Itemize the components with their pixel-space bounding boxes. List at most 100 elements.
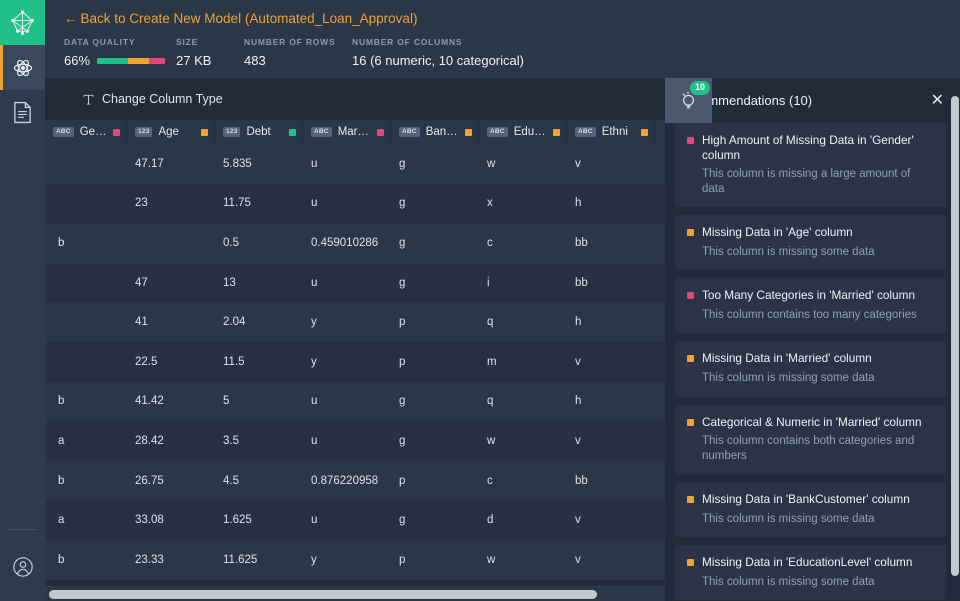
table-cell[interactable] (127, 223, 215, 263)
table-cell[interactable]: 0.459010286 (303, 223, 391, 263)
table-cell[interactable]: u (303, 421, 391, 461)
table-cell[interactable]: g (391, 382, 479, 422)
table-cell[interactable]: v (567, 421, 655, 461)
sidebar-item-account[interactable] (0, 544, 45, 589)
table-cell[interactable]: u (303, 500, 391, 540)
back-to-create-model-link[interactable]: ←Back to Create New Model (Automated_Loa… (45, 0, 417, 26)
sidebar-item-datasets[interactable] (0, 90, 45, 135)
table-cell[interactable]: g (391, 223, 479, 263)
table-cell[interactable]: u (303, 382, 391, 422)
change-column-type-button[interactable]: Change Column Type (82, 92, 223, 106)
recommendations-toggle-button[interactable]: 10 (665, 78, 712, 123)
table-row[interactable]: b41.425ugqh (45, 382, 665, 422)
recommendation-card[interactable]: Missing Data in 'Married' columnThis col… (675, 341, 946, 396)
recommendation-card[interactable]: High Amount of Missing Data in 'Gender' … (675, 123, 946, 207)
table-cell[interactable]: 1.625 (215, 500, 303, 540)
table-cell[interactable]: b (45, 382, 127, 422)
table-cell[interactable]: u (303, 144, 391, 184)
recommendations-scrollbar[interactable] (950, 96, 960, 601)
table-cell[interactable]: y (303, 342, 391, 382)
table-cell[interactable]: 0.5 (215, 223, 303, 263)
table-cell[interactable]: 41.42 (127, 382, 215, 422)
column-header-married[interactable]: ABCMarried (303, 120, 391, 144)
table-cell[interactable]: 11.625 (215, 540, 303, 580)
column-header-age[interactable]: 123Age (127, 120, 215, 144)
table-cell[interactable] (45, 302, 127, 342)
table-row[interactable]: a28.423.5ugwv (45, 421, 665, 461)
recommendation-card[interactable]: Missing Data in 'BankCustomer' columnThi… (675, 482, 946, 537)
table-cell[interactable] (45, 342, 127, 382)
table-cell[interactable]: 47.17 (127, 144, 215, 184)
table-cell[interactable]: v (567, 342, 655, 382)
table-cell[interactable]: 28.42 (127, 421, 215, 461)
table-row[interactable]: b26.754.50.876220958pcbb (45, 461, 665, 501)
table-cell[interactable]: 23 (127, 184, 215, 224)
table-cell[interactable]: p (391, 302, 479, 342)
table-cell[interactable]: 2.04 (215, 302, 303, 342)
recommendation-card[interactable]: Missing Data in 'Age' columnThis column … (675, 215, 946, 270)
table-row[interactable]: 22.511.5ypmv (45, 342, 665, 382)
table-row[interactable]: a33.081.625ugdv (45, 500, 665, 540)
table-cell[interactable]: p (391, 342, 479, 382)
table-row[interactable]: 412.04ypqh (45, 302, 665, 342)
table-cell[interactable]: p (391, 540, 479, 580)
table-row[interactable]: b23.3311.625ypwv (45, 540, 665, 580)
table-cell[interactable]: h (567, 302, 655, 342)
table-cell[interactable]: u (303, 263, 391, 303)
table-cell[interactable]: d (479, 500, 567, 540)
table-cell[interactable]: v (567, 540, 655, 580)
table-cell[interactable]: 0.876220958 (303, 461, 391, 501)
table-cell[interactable]: 3.5 (215, 421, 303, 461)
table-cell[interactable]: 41 (127, 302, 215, 342)
table-cell[interactable]: h (567, 184, 655, 224)
table-cell[interactable]: y (303, 302, 391, 342)
table-cell[interactable]: g (391, 421, 479, 461)
table-cell[interactable] (45, 184, 127, 224)
table-cell[interactable]: y (303, 540, 391, 580)
table-cell[interactable]: a (45, 421, 127, 461)
table-cell[interactable]: g (391, 184, 479, 224)
table-cell[interactable]: b (45, 223, 127, 263)
table-cell[interactable]: w (479, 421, 567, 461)
horizontal-scrollbar[interactable] (45, 586, 665, 601)
table-cell[interactable]: 47 (127, 263, 215, 303)
table-cell[interactable]: 23.33 (127, 540, 215, 580)
table-cell[interactable] (45, 263, 127, 303)
table-cell[interactable]: bb (567, 461, 655, 501)
table-cell[interactable]: w (479, 144, 567, 184)
table-cell[interactable]: 13 (215, 263, 303, 303)
table-cell[interactable]: c (479, 223, 567, 263)
recommendation-card[interactable]: Categorical & Numeric in 'Married' colum… (675, 405, 946, 474)
column-header-bankcust[interactable]: ABCBankCust… (391, 120, 479, 144)
table-cell[interactable]: u (303, 184, 391, 224)
table-cell[interactable]: i (479, 263, 567, 303)
table-cell[interactable]: 33.08 (127, 500, 215, 540)
recommendations-scrollbar-thumb[interactable] (951, 96, 959, 576)
table-cell[interactable]: m (479, 342, 567, 382)
table-cell[interactable]: q (479, 382, 567, 422)
table-row[interactable]: 4713ugibb (45, 263, 665, 303)
table-cell[interactable]: bb (567, 223, 655, 263)
close-icon[interactable]: ✕ (927, 91, 948, 111)
table-cell[interactable]: h (567, 382, 655, 422)
table-cell[interactable]: g (391, 263, 479, 303)
table-cell[interactable]: 5.835 (215, 144, 303, 184)
table-cell[interactable]: b (45, 540, 127, 580)
table-cell[interactable]: 22.5 (127, 342, 215, 382)
table-cell[interactable]: g (391, 144, 479, 184)
sidebar-item-models[interactable] (0, 45, 45, 90)
table-cell[interactable]: 11.75 (215, 184, 303, 224)
column-header-educatio[interactable]: ABCEducatio… (479, 120, 567, 144)
column-header-ethni[interactable]: ABCEthni (567, 120, 655, 144)
table-row[interactable]: 47.175.835ugwv (45, 144, 665, 184)
horizontal-scrollbar-thumb[interactable] (49, 590, 597, 599)
table-cell[interactable]: 26.75 (127, 461, 215, 501)
app-logo[interactable] (0, 0, 45, 45)
table-cell[interactable]: p (391, 461, 479, 501)
column-header-gender[interactable]: ABCGender (45, 120, 127, 144)
table-row[interactable]: b 0.50.459010286gcbb (45, 223, 665, 263)
table-cell[interactable]: q (479, 302, 567, 342)
column-header-debt[interactable]: 123Debt (215, 120, 303, 144)
table-cell[interactable]: bb (567, 263, 655, 303)
table-cell[interactable]: c (479, 461, 567, 501)
